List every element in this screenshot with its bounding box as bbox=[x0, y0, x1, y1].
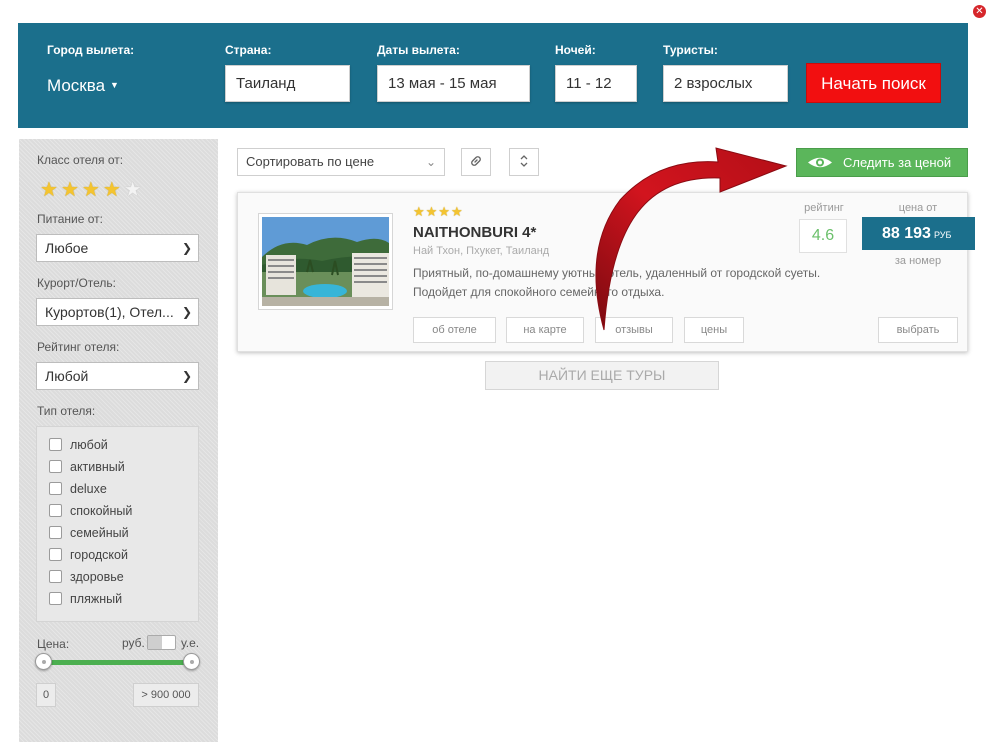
choose-button[interactable]: выбрать bbox=[878, 317, 958, 343]
eye-icon bbox=[808, 157, 832, 168]
hotel-type-label: Тип отеля: bbox=[37, 404, 96, 418]
watch-price-label: Следить за ценой bbox=[843, 155, 952, 170]
type-option[interactable]: спокойный bbox=[49, 504, 132, 518]
rating-select[interactable]: Любой ❯ bbox=[36, 362, 199, 390]
type-option[interactable]: семейный bbox=[49, 526, 129, 540]
type-option-label: пляжный bbox=[70, 592, 123, 606]
search-header: Город вылета: Москва ▼ Страна: Таиланд Да… bbox=[18, 23, 968, 128]
type-option-label: deluxe bbox=[70, 482, 107, 496]
type-option-label: спокойный bbox=[70, 504, 133, 518]
checkbox[interactable] bbox=[49, 438, 62, 451]
price-min-handle[interactable] bbox=[35, 653, 52, 670]
hotel-location: Най Тхон, Пхукет, Таиланд bbox=[413, 245, 550, 257]
per-room-caption: за номер bbox=[894, 255, 942, 267]
watch-price-button[interactable]: Следить за ценой bbox=[796, 148, 968, 177]
chevron-down-icon: ❯ bbox=[181, 369, 192, 383]
star-empty-icon[interactable]: ★ bbox=[124, 179, 145, 201]
rating-label: Рейтинг отеля: bbox=[37, 340, 120, 354]
resort-label: Курорт/Отель: bbox=[37, 276, 117, 290]
toggle-knob[interactable] bbox=[148, 636, 162, 649]
nights-label: Ночей: bbox=[555, 43, 596, 57]
hotel-name[interactable]: NAITHONBURI 4* bbox=[413, 224, 536, 241]
country-label: Страна: bbox=[225, 43, 272, 57]
hotel-photo[interactable] bbox=[258, 213, 393, 310]
checkbox[interactable] bbox=[49, 592, 62, 605]
type-option[interactable]: любой bbox=[49, 438, 108, 452]
rating-value: Любой bbox=[45, 368, 89, 384]
price-range-track[interactable] bbox=[44, 660, 192, 665]
hotel-photo-drawing bbox=[262, 217, 389, 306]
sort-direction-button[interactable] bbox=[509, 148, 539, 176]
tourists-field[interactable]: 2 взрослых bbox=[663, 65, 788, 102]
link-button[interactable] bbox=[461, 148, 491, 176]
checkbox[interactable] bbox=[49, 460, 62, 473]
type-option[interactable]: deluxe bbox=[49, 482, 107, 496]
price-currency: РУБ bbox=[933, 230, 952, 240]
type-option-label: семейный bbox=[70, 526, 129, 540]
meal-label: Питание от: bbox=[37, 212, 103, 226]
chevron-down-icon: ❯ bbox=[181, 305, 192, 319]
star-icon[interactable]: ★ bbox=[103, 179, 124, 201]
about-hotel-button[interactable]: об отеле bbox=[413, 317, 496, 343]
currency-ue-label: у.е. bbox=[181, 636, 200, 650]
hotel-type-list: любой активный deluxe спокойный семейный… bbox=[36, 426, 199, 622]
country-field[interactable]: Таиланд bbox=[225, 65, 350, 102]
start-search-button[interactable]: Начать поиск bbox=[806, 63, 941, 103]
meal-select[interactable]: Любое ❯ bbox=[36, 234, 199, 262]
checkbox[interactable] bbox=[49, 482, 62, 495]
city-select[interactable]: Москва ▼ bbox=[47, 76, 119, 96]
type-option-label: любой bbox=[70, 438, 108, 452]
filters-sidebar: Класс отеля от: ★★★★★ Питание от: Любое … bbox=[19, 139, 218, 742]
city-label: Город вылета: bbox=[47, 43, 135, 57]
checkbox[interactable] bbox=[49, 504, 62, 517]
rating-score: 4.6 bbox=[799, 219, 847, 253]
checkbox[interactable] bbox=[49, 570, 62, 583]
hotel-class-stars[interactable]: ★★★★★ bbox=[40, 177, 145, 202]
type-option-label: здоровье bbox=[70, 570, 124, 584]
price-from-caption: цена от bbox=[898, 202, 938, 214]
checkbox[interactable] bbox=[49, 526, 62, 539]
red-arrow-icon bbox=[595, 147, 788, 331]
price-value: 88 193 bbox=[882, 225, 931, 242]
star-icon[interactable]: ★ bbox=[82, 179, 103, 201]
dates-label: Даты вылета: bbox=[377, 43, 460, 57]
sort-arrows-icon bbox=[520, 155, 528, 167]
price-badge[interactable]: 88 193 РУБ bbox=[862, 217, 975, 250]
price-label: Цена: bbox=[37, 637, 70, 651]
dates-field[interactable]: 13 мая - 15 мая bbox=[377, 65, 530, 102]
price-max-field[interactable]: > 900 000 bbox=[133, 683, 199, 707]
type-option[interactable]: здоровье bbox=[49, 570, 124, 584]
currency-toggle[interactable] bbox=[147, 635, 176, 650]
resort-value: Курортов(1), Отел... bbox=[45, 304, 174, 320]
link-icon bbox=[471, 156, 481, 166]
price-max-handle[interactable] bbox=[183, 653, 200, 670]
meal-value: Любое bbox=[45, 240, 89, 256]
sort-select[interactable]: Сортировать по цене ⌄ bbox=[237, 148, 445, 176]
sort-value: Сортировать по цене bbox=[246, 154, 375, 169]
close-icon[interactable]: ✕ bbox=[973, 5, 986, 18]
type-option[interactable]: городской bbox=[49, 548, 128, 562]
type-option-label: городской bbox=[70, 548, 128, 562]
city-value: Москва bbox=[47, 76, 106, 95]
find-more-tours-button[interactable]: НАЙТИ ЕЩЕ ТУРЫ bbox=[485, 361, 719, 390]
type-option[interactable]: пляжный bbox=[49, 592, 122, 606]
type-option[interactable]: активный bbox=[49, 460, 125, 474]
hotel-photo-image bbox=[262, 217, 389, 306]
tour-search-widget: ✕ Город вылета: Москва ▼ Страна: Таиланд … bbox=[0, 0, 992, 754]
star-icon[interactable]: ★ bbox=[61, 179, 82, 201]
hotel-stars: ★★★★ bbox=[413, 204, 464, 219]
checkbox[interactable] bbox=[49, 548, 62, 561]
star-icon[interactable]: ★ bbox=[40, 179, 61, 201]
hotel-class-label: Класс отеля от: bbox=[37, 153, 124, 167]
nights-field[interactable]: 11 - 12 bbox=[555, 65, 637, 102]
tourists-label: Туристы: bbox=[663, 43, 718, 57]
resort-select[interactable]: Курортов(1), Отел... ❯ bbox=[36, 298, 199, 326]
type-option-label: активный bbox=[70, 460, 125, 474]
price-min-field[interactable]: 0 bbox=[36, 683, 56, 707]
rating-caption: рейтинг bbox=[804, 202, 844, 214]
caret-down-icon: ▼ bbox=[110, 80, 119, 90]
chevron-down-icon: ❯ bbox=[181, 241, 192, 255]
currency-rub-label: руб. bbox=[122, 636, 145, 650]
chevron-down-icon: ⌄ bbox=[425, 155, 436, 169]
